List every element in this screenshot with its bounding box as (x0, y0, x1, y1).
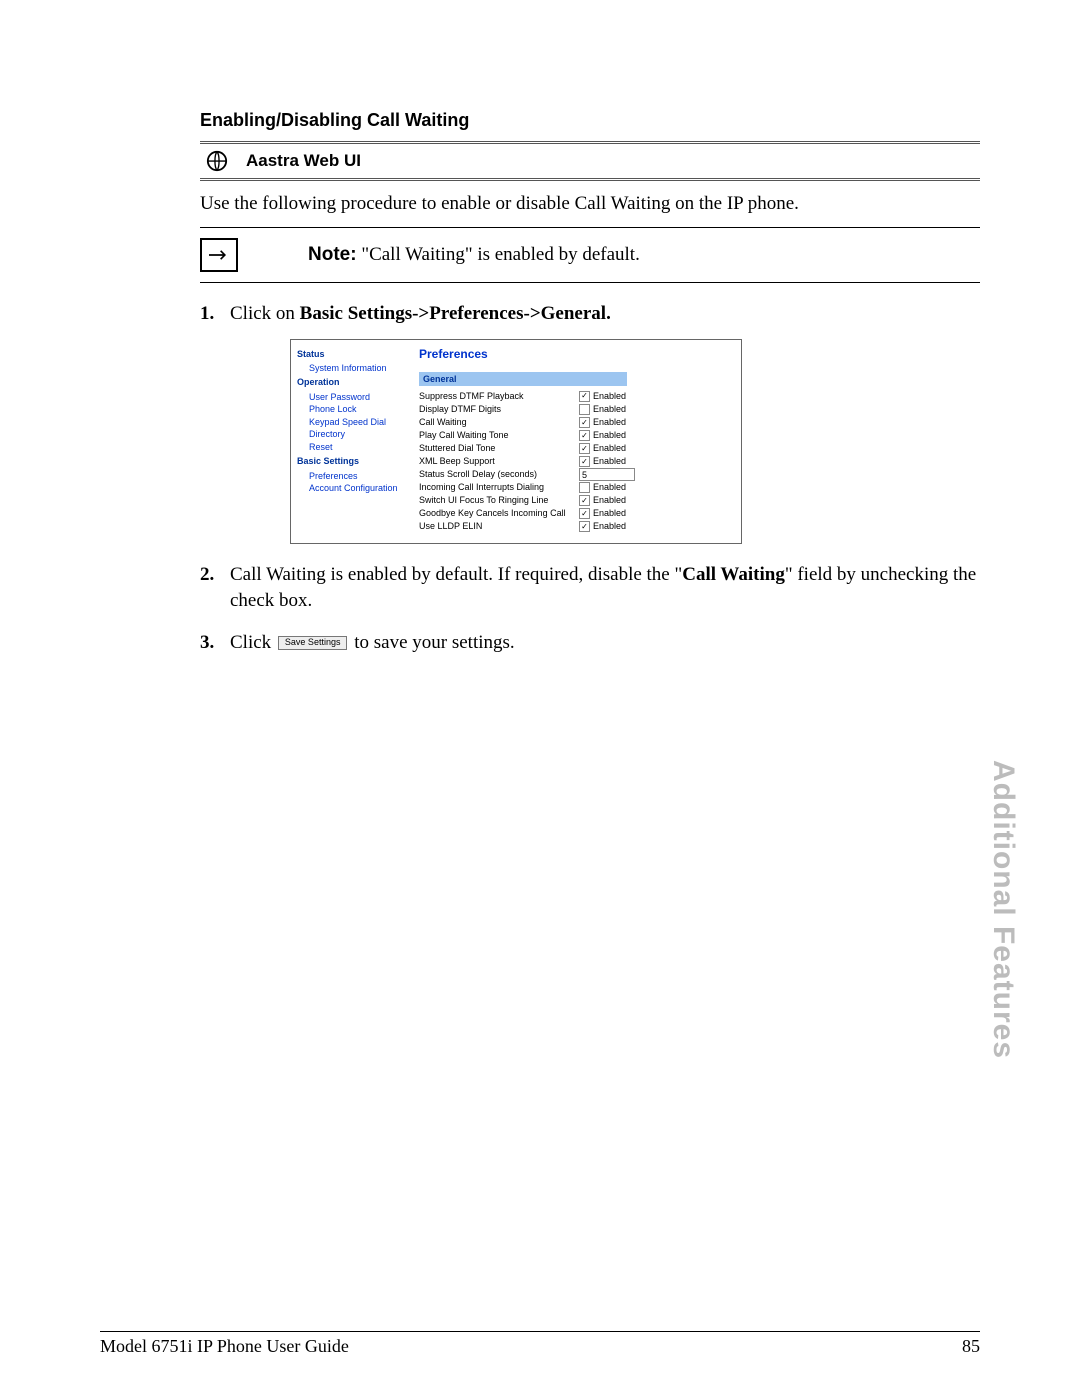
step-3: Click Save Settings to save your setting… (200, 630, 980, 656)
note-body: "Call Waiting" is enabled by default. (357, 244, 640, 265)
enabled-label: Enabled (593, 429, 626, 442)
web-ui-label: Aastra Web UI (246, 151, 361, 171)
checkbox[interactable]: ✓ (579, 495, 590, 506)
pref-label: Call Waiting (419, 416, 579, 429)
checkbox[interactable] (579, 482, 590, 493)
pref-label: Use LLDP ELIN (419, 520, 579, 533)
scroll-delay-input[interactable]: 5 (579, 468, 635, 481)
screenshot-main: Preferences General Suppress DTMF Playba… (411, 340, 741, 544)
pref-label: Stuttered Dial Tone (419, 442, 579, 455)
step-1: Click on Basic Settings->Preferences->Ge… (200, 301, 980, 544)
sidebar-item[interactable]: Reset (309, 441, 407, 454)
globe-icon (206, 150, 228, 172)
intro-text: Use the following procedure to enable or… (200, 193, 980, 215)
sidebar-cat-status: Status (297, 348, 407, 360)
checkbox[interactable]: ✓ (579, 456, 590, 467)
checkbox[interactable]: ✓ (579, 417, 590, 428)
preferences-screenshot: Status System Information Operation User… (290, 339, 742, 545)
divider (200, 227, 980, 228)
page-footer: Model 6751i IP Phone User Guide 85 (100, 1331, 980, 1357)
general-header: General (419, 372, 627, 386)
enabled-label: Enabled (593, 416, 626, 429)
sidebar-item[interactable]: Phone Lock (309, 403, 407, 416)
sidebar-item[interactable]: Preferences (309, 470, 407, 483)
sidebar-item[interactable]: Keypad Speed Dial (309, 416, 407, 429)
checkbox[interactable]: ✓ (579, 521, 590, 532)
chapter-tab: Additional Features (986, 760, 1020, 1059)
step-2-field: Call Waiting (682, 564, 785, 585)
checkbox[interactable]: ✓ (579, 430, 590, 441)
preferences-title: Preferences (419, 346, 733, 362)
checkbox[interactable] (579, 404, 590, 415)
step-1-path: Basic Settings->Preferences->General. (300, 303, 611, 324)
enabled-label: Enabled (593, 390, 626, 403)
checkbox[interactable]: ✓ (579, 508, 590, 519)
enabled-label: Enabled (593, 481, 626, 494)
sidebar-item[interactable]: System Information (309, 362, 407, 375)
section-heading: Enabling/Disabling Call Waiting (200, 110, 980, 131)
sidebar-item[interactable]: Directory (309, 428, 407, 441)
page-number: 85 (962, 1336, 980, 1357)
checkbox[interactable]: ✓ (579, 391, 590, 402)
pref-label: Suppress DTMF Playback (419, 390, 579, 403)
note-prefix: Note: (308, 244, 357, 265)
enabled-label: Enabled (593, 494, 626, 507)
step-3-text-a: Click (230, 632, 276, 653)
screenshot-sidebar: Status System Information Operation User… (291, 340, 411, 544)
enabled-label: Enabled (593, 507, 626, 520)
note-row: Note: "Call Waiting" is enabled by defau… (200, 238, 980, 272)
pref-label: Switch UI Focus To Ringing Line (419, 494, 579, 507)
sidebar-item[interactable]: Account Configuration (309, 482, 407, 495)
note-text: Note: "Call Waiting" is enabled by defau… (308, 244, 640, 266)
step-1-text: Click on (230, 303, 300, 324)
footer-title: Model 6751i IP Phone User Guide (100, 1336, 349, 1357)
enabled-label: Enabled (593, 455, 626, 468)
step-2: Call Waiting is enabled by default. If r… (200, 562, 980, 613)
sidebar-cat-operation: Operation (297, 376, 407, 388)
pref-label: Status Scroll Delay (seconds) (419, 468, 579, 481)
divider (200, 282, 980, 283)
sidebar-cat-basic: Basic Settings (297, 455, 407, 467)
pref-label: Goodbye Key Cancels Incoming Call (419, 507, 579, 520)
sidebar-item[interactable]: User Password (309, 391, 407, 404)
pref-label: Display DTMF Digits (419, 403, 579, 416)
save-settings-button[interactable]: Save Settings (278, 636, 348, 650)
enabled-label: Enabled (593, 442, 626, 455)
checkbox[interactable]: ✓ (579, 443, 590, 454)
pref-label: Play Call Waiting Tone (419, 429, 579, 442)
pref-label: XML Beep Support (419, 455, 579, 468)
step-3-text-b: to save your settings. (349, 632, 514, 653)
enabled-label: Enabled (593, 403, 626, 416)
pref-label: Incoming Call Interrupts Dialing (419, 481, 579, 494)
arrow-icon (200, 238, 238, 272)
enabled-label: Enabled (593, 520, 626, 533)
step-2-text-a: Call Waiting is enabled by default. If r… (230, 564, 682, 585)
web-ui-bar: Aastra Web UI (200, 141, 980, 181)
